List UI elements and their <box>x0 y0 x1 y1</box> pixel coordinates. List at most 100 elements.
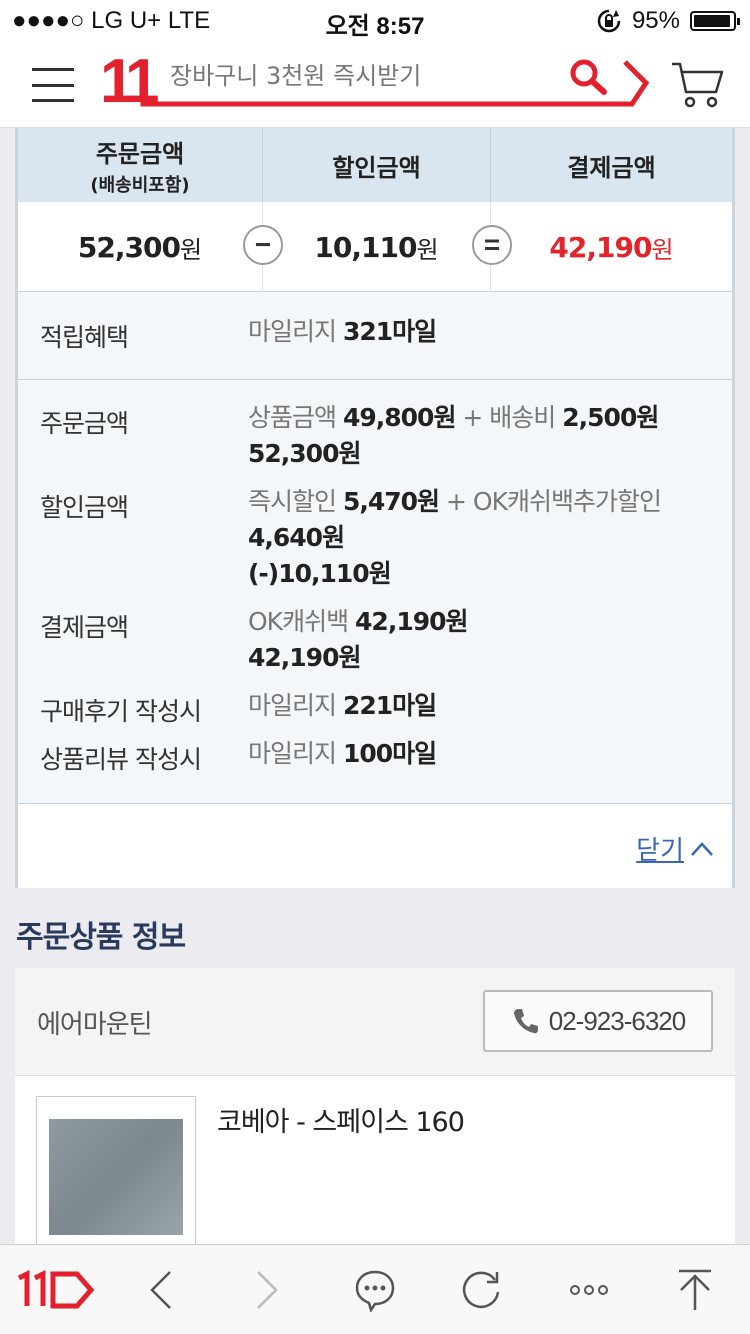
scroll-top-icon <box>679 1269 711 1310</box>
chevron-up-icon <box>691 841 713 856</box>
order-products-title: 주문상품 정보 <box>16 920 186 955</box>
scroll-top-button[interactable] <box>650 1245 740 1334</box>
order-amount-header-sub: (배송비포함) <box>90 174 190 196</box>
order-amount-header: 주문금액 (배송비포함) <box>18 128 263 202</box>
details-block: 주문금액 상품금액 49,800원 + 배송비 2,500원 52,300원 할… <box>18 380 732 804</box>
discount-amount-header: 할인금액 <box>263 128 491 202</box>
detail-review-prefix: 마일리지 <box>248 691 337 720</box>
benefit-value: 마일리지 321마일 <box>248 314 718 350</box>
detail-order-v1: 49,800원 <box>342 403 456 432</box>
detail-product-review-mileage: 100마일 <box>342 739 437 768</box>
summary-header-row: 주문금액 (배송비포함) 할인금액 결제금액 <box>18 128 732 202</box>
order-amount-value: 52,300 원 <box>18 202 263 292</box>
detail-discount-value: 즉시할인 5,470원 + OK캐쉬백추가할인 4,640원 (-)10,110… <box>248 484 718 592</box>
11st-logo[interactable]: 11 <box>100 50 159 114</box>
search-input[interactable] <box>170 58 550 94</box>
detail-order-v2: 2,500원 <box>562 403 659 432</box>
status-bar: ●●●●○ LG U+ LTE 오전 8:57 95% <box>0 0 750 40</box>
detail-discount-v1: 5,470원 <box>342 487 440 516</box>
call-seller-button[interactable]: 02-923-6320 <box>483 990 713 1052</box>
discount-amount-header-label: 할인금액 <box>332 153 421 182</box>
detail-payment-p1: OK캐쉬백 <box>248 607 349 636</box>
refresh-icon <box>462 1271 500 1309</box>
product-name[interactable]: 코베아 - 스페이스 160 <box>217 1100 465 1139</box>
detail-product-review-value: 마일리지 100마일 <box>248 736 718 772</box>
won-unit: 원 <box>179 235 203 264</box>
forward-icon <box>257 1271 278 1309</box>
phone-icon <box>513 1009 538 1034</box>
status-right: 95% <box>596 7 740 35</box>
payment-amount-value: 42,190 원 <box>491 202 732 292</box>
forward-button[interactable] <box>222 1245 312 1334</box>
detail-order-value: 상품금액 49,800원 + 배송비 2,500원 52,300원 <box>248 400 718 472</box>
product-thumbnail[interactable] <box>36 1096 196 1246</box>
summary-values-row: 52,300 원 10,110 원 42,190 원 − = <box>18 202 732 292</box>
cart-button[interactable] <box>668 58 726 110</box>
battery-fill <box>694 15 730 27</box>
benefit-row: 적립혜택 마일리지 321마일 <box>18 292 732 380</box>
detail-review-mileage: 221마일 <box>342 691 437 720</box>
detail-order-p1: 상품금액 <box>248 403 337 432</box>
detail-payment-label: 결제금액 <box>40 613 129 642</box>
detail-payment-v1: 42,190원 <box>355 607 468 636</box>
battery-percent: 95% <box>631 7 680 34</box>
detail-product-review-prefix: 마일리지 <box>248 739 337 768</box>
11st-home-icon <box>17 1269 95 1309</box>
benefit-label: 적립혜택 <box>40 323 129 352</box>
back-button[interactable] <box>116 1245 206 1334</box>
payment-amount-number: 42,190 <box>549 230 652 264</box>
won-unit: 원 <box>651 235 674 264</box>
payment-amount-header-label: 결제금액 <box>567 153 656 182</box>
seller-phone-number: 02-923-6320 <box>548 1005 686 1036</box>
refresh-button[interactable] <box>436 1245 526 1334</box>
equals-icon: = <box>472 225 512 265</box>
plus-sign: + <box>455 403 490 432</box>
detail-review-label: 구매후기 작성시 <box>40 697 202 726</box>
menu-icon[interactable] <box>32 68 74 102</box>
detail-order-p2: 배송비 <box>489 403 556 432</box>
order-amount-number: 52,300 <box>77 230 181 264</box>
minus-symbol: − <box>254 229 272 260</box>
equals-symbol: = <box>483 229 501 260</box>
minus-icon: − <box>243 225 283 265</box>
discount-amount-number: 10,110 <box>314 230 417 264</box>
plus-sign: + <box>439 487 473 516</box>
product-item[interactable]: 코베아 - 스페이스 160 <box>15 1076 735 1246</box>
cart-icon <box>672 62 724 108</box>
close-link[interactable]: 닫기 <box>636 830 714 867</box>
benefit-prefix: 마일리지 <box>248 317 337 346</box>
seller-box: 에어마운틴 02-923-6320 <box>15 968 735 1076</box>
detail-payment-total: 42,190원 <box>248 643 361 672</box>
detail-discount-total: (-)10,110원 <box>248 559 392 588</box>
detail-discount-p1: 즉시할인 <box>248 487 337 516</box>
chat-button[interactable] <box>330 1245 420 1334</box>
chat-icon <box>355 1270 395 1312</box>
detail-discount-p2: OK캐쉬백추가할인 <box>472 487 662 516</box>
detail-order-label: 주문금액 <box>40 409 129 438</box>
close-label: 닫기 <box>636 836 684 866</box>
home-button[interactable] <box>10 1245 100 1334</box>
back-icon <box>150 1271 171 1309</box>
battery-icon <box>690 11 740 31</box>
search-button[interactable] <box>568 58 612 98</box>
detail-review-value: 마일리지 221마일 <box>248 688 718 724</box>
more-button[interactable] <box>544 1245 634 1334</box>
detail-payment-value: OK캐쉬백 42,190원 42,190원 <box>248 604 718 676</box>
order-amount-header-label: 주문금액 <box>95 139 185 168</box>
won-unit: 원 <box>416 235 439 264</box>
detail-product-review-label: 상품리뷰 작성시 <box>40 745 202 774</box>
close-bar: 닫기 <box>18 804 732 888</box>
payment-summary-card: 주문금액 (배송비포함) 할인금액 결제금액 52,300 원 10,110 원 4… <box>15 128 735 888</box>
rotation-lock-icon <box>597 9 621 33</box>
bottom-toolbar <box>0 1244 750 1334</box>
search-icon <box>570 59 607 95</box>
more-icon <box>570 1285 608 1295</box>
seller-name: 에어마운틴 <box>37 1010 153 1040</box>
product-image <box>49 1119 183 1235</box>
detail-discount-v2: 4,640원 <box>248 523 345 552</box>
payment-amount-header: 결제금액 <box>491 128 732 202</box>
detail-discount-label: 할인금액 <box>40 493 129 522</box>
detail-order-total: 52,300원 <box>248 439 361 468</box>
discount-amount-value: 10,110 원 <box>263 202 491 292</box>
benefit-mileage: 321마일 <box>342 317 437 346</box>
